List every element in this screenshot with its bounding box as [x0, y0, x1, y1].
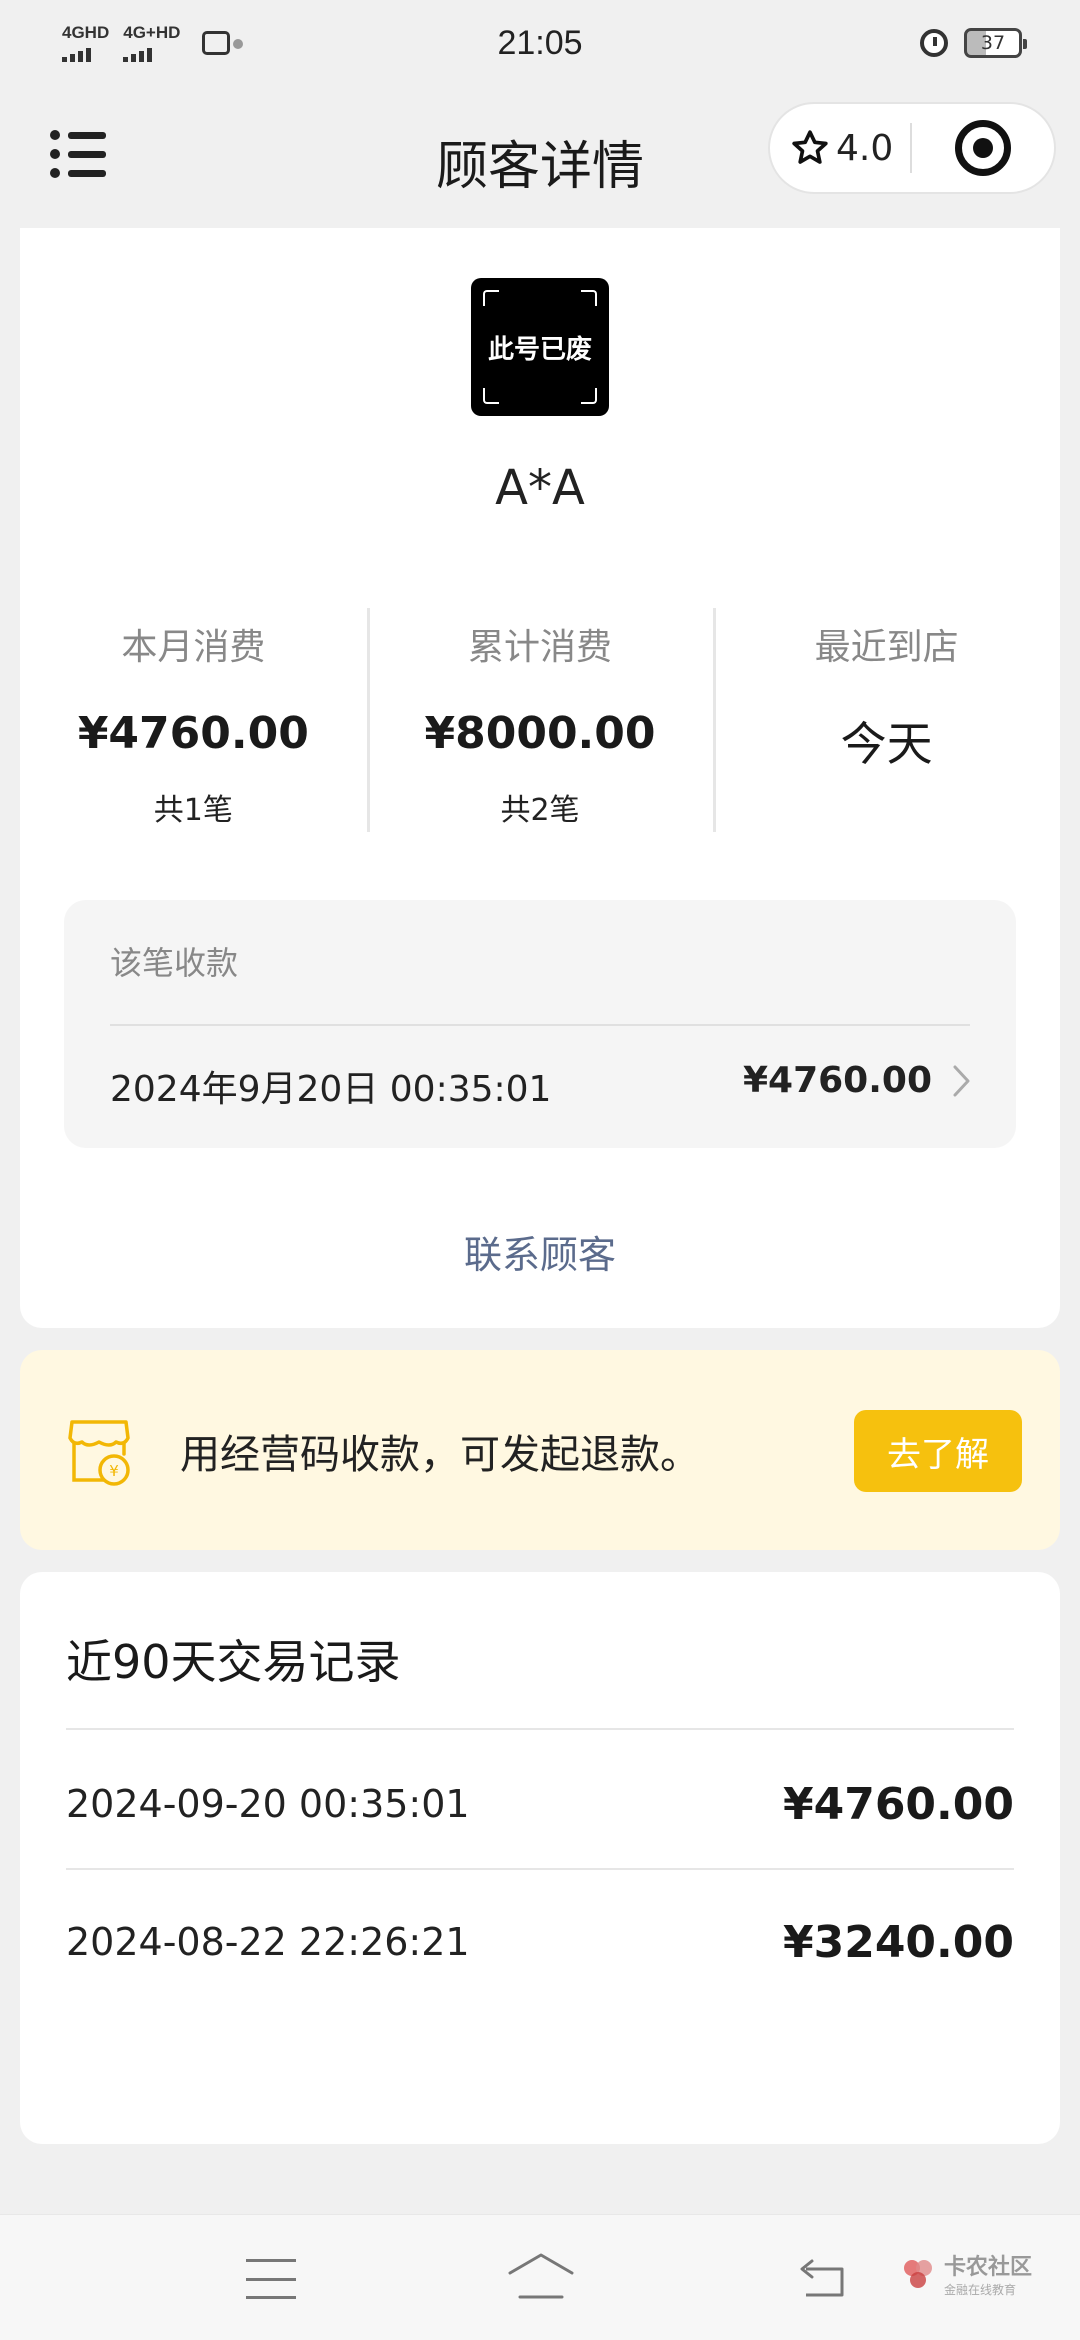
stat-label: 最近到店	[814, 627, 959, 668]
status-bar: 4GHD 4G+HD 21:05 37	[0, 0, 1080, 86]
status-right: 37	[920, 28, 1027, 58]
avatar: 此号已废	[471, 278, 609, 416]
transaction-time: 2024-09-20 00:35:01	[66, 1782, 470, 1826]
transactions-card: 近90天交易记录 2024-09-20 00:35:01 ¥4760.00 20…	[20, 1572, 1060, 2144]
mini-program-capsule: 4.0	[768, 102, 1056, 194]
payment-label: 该笔收款	[110, 944, 239, 982]
transaction-amount: ¥3240.00	[782, 1916, 1014, 1968]
stat-total: 累计消费 ¥8000.00 共2笔	[366, 608, 714, 832]
stat-count: 共1笔	[153, 793, 233, 828]
alarm-icon	[920, 29, 948, 57]
divider	[110, 1024, 970, 1026]
battery-level: 37	[980, 32, 1006, 54]
stat-value: 今天	[840, 717, 933, 771]
transaction-time: 2024-08-22 22:26:21	[66, 1920, 470, 1964]
chevron-right-icon	[953, 1065, 970, 1097]
target-icon	[955, 120, 1011, 176]
table-row[interactable]: 2024-09-20 00:35:01 ¥4760.00	[66, 1774, 1014, 1834]
notice-text: 用经营码收款，可发起退款。	[180, 1432, 700, 1478]
stat-count: 共2笔	[500, 793, 580, 828]
stat-label: 累计消费	[468, 627, 613, 668]
star-icon	[792, 130, 828, 164]
watermark-title: 卡农社区	[944, 2255, 1033, 2280]
shop-icon: ¥	[68, 1420, 130, 1486]
watermark-logo-icon	[904, 2259, 932, 2288]
battery-icon: 37	[964, 28, 1027, 58]
stats-row: 本月消费 ¥4760.00 共1笔 累计消费 ¥8000.00 共2笔 最近到店…	[20, 608, 1060, 832]
stat-last-visit: 最近到店 今天	[713, 608, 1060, 832]
divider	[66, 1868, 1014, 1870]
payment-amount: ¥4760.00	[742, 1060, 932, 1101]
rating-value: 4.0	[836, 127, 894, 169]
recent-apps-icon[interactable]	[246, 2259, 296, 2299]
transaction-amount: ¥4760.00	[782, 1778, 1014, 1830]
status-time: 21:05	[497, 23, 583, 62]
close-button[interactable]	[912, 120, 1054, 176]
contact-customer-link[interactable]: 联系顾客	[20, 1224, 1060, 1279]
watermark-subtitle: 金融在线教育	[944, 2283, 1017, 2297]
learn-more-button[interactable]: 去了解	[854, 1410, 1022, 1492]
stat-monthly: 本月消费 ¥4760.00 共1笔	[20, 608, 367, 832]
avatar-text: 此号已废	[487, 334, 592, 365]
transactions-title: 近90天交易记录	[66, 1635, 401, 1689]
system-nav-bar: 卡农社区 金融在线教育	[0, 2214, 1080, 2340]
svg-text:¥: ¥	[109, 1462, 119, 1480]
table-row[interactable]: 2024-08-22 22:26:21 ¥3240.00	[66, 1912, 1014, 1972]
payment-detail[interactable]: 该笔收款 2024年9月20日 00:35:01 ¥4760.00	[64, 900, 1016, 1148]
refund-notice-banner: ¥ 用经营码收款，可发起退款。 去了解	[20, 1350, 1060, 1550]
divider	[66, 1728, 1014, 1730]
stat-value: ¥4760.00	[77, 708, 309, 759]
stat-label: 本月消费	[121, 627, 266, 668]
payment-time: 2024年9月20日 00:35:01	[110, 1069, 552, 1110]
watermark: 卡农社区 金融在线教育	[900, 2249, 1032, 2298]
back-icon[interactable]	[796, 2255, 852, 2301]
customer-name: A*A	[495, 460, 585, 516]
customer-card: 此号已废 A*A 本月消费 ¥4760.00 共1笔 累计消费 ¥8000.00…	[20, 228, 1060, 1328]
rating-button[interactable]: 4.0	[770, 128, 910, 169]
nav-bar: 顾客详情 4.0	[0, 86, 1080, 226]
home-icon[interactable]	[506, 2251, 576, 2301]
stat-value: ¥8000.00	[424, 708, 656, 759]
